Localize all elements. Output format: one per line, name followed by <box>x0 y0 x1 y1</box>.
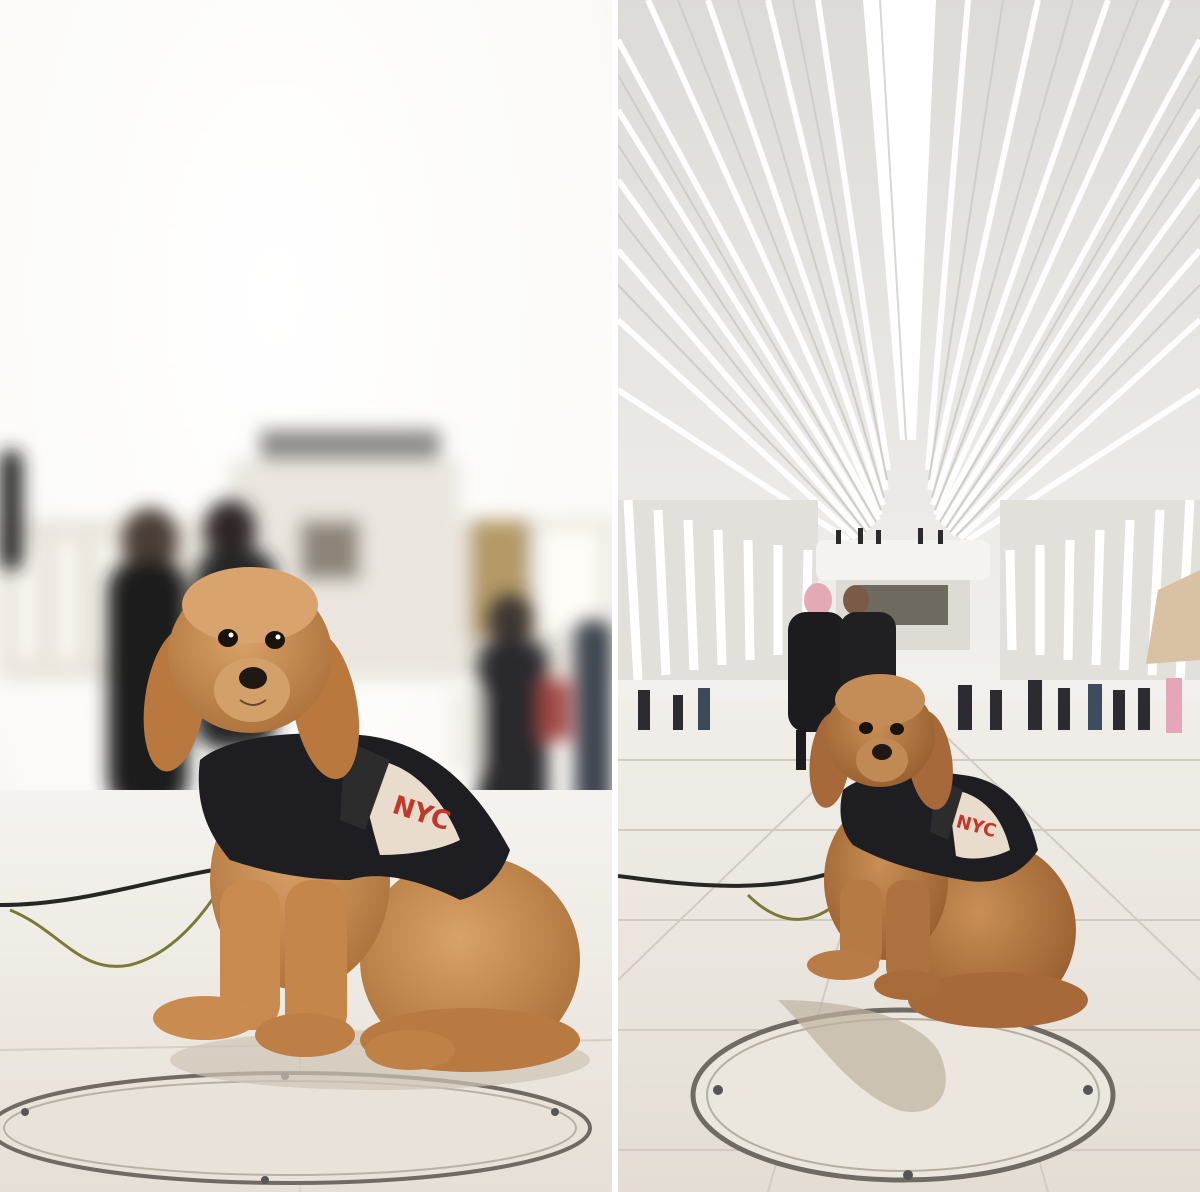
dog-nose <box>239 667 267 689</box>
hatch-bolt <box>903 1170 913 1180</box>
hatch-bolt <box>21 1108 29 1116</box>
dog-eye <box>218 629 238 647</box>
left-photo: NYC <box>0 0 612 1192</box>
dog-eye <box>859 722 873 734</box>
dog-eye <box>890 723 904 735</box>
floor-hatch-ring <box>0 1071 592 1185</box>
left-photo-panel: NYC <box>0 0 612 1192</box>
dog-eye <box>265 631 285 649</box>
right-photo-panel: NYC <box>618 0 1200 1192</box>
hatch-bolt <box>261 1176 269 1184</box>
right-photo: NYC <box>618 0 1200 1192</box>
hatch-bolt <box>551 1108 559 1116</box>
hatch-bolt <box>713 1085 723 1095</box>
dog-nose <box>872 744 892 760</box>
hatch-bolt <box>1083 1085 1093 1095</box>
